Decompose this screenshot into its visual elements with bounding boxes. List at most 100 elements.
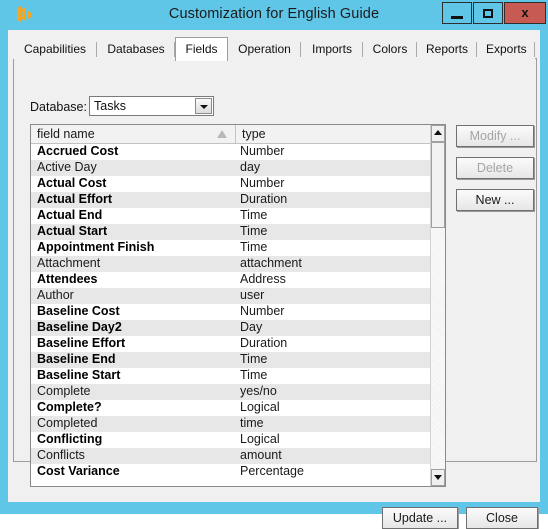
table-row[interactable]: Attachment attachment	[31, 256, 432, 272]
fields-listview[interactable]: field name type Accrued Cost Number Active…	[30, 124, 446, 487]
table-row[interactable]: Baseline Effort Duration	[31, 336, 432, 352]
listview-rows: Accrued Cost Number Active Day day Actual Co…	[31, 144, 432, 486]
minimize-icon	[451, 16, 463, 19]
tab-exports[interactable]: Exports	[477, 39, 535, 59]
cell-type: amount	[240, 448, 282, 462]
table-row[interactable]: Active Day day	[31, 160, 432, 176]
cell-field-name: Attachment	[37, 256, 101, 270]
table-row[interactable]: Appointment Finish Time	[31, 240, 432, 256]
cell-type: Time	[240, 208, 268, 222]
triangle-down-icon	[434, 475, 442, 480]
cell-field-name: Baseline Day2	[37, 320, 122, 334]
cell-field-name: Conflicting	[37, 432, 103, 446]
cell-field-name: Author	[37, 288, 74, 302]
cell-type: Address	[240, 272, 286, 286]
cell-field-name: Cost Variance	[37, 464, 120, 478]
column-header-label: field name	[37, 127, 95, 141]
table-row[interactable]: Author user	[31, 288, 432, 304]
triangle-up-icon	[434, 130, 442, 135]
table-row[interactable]: Conflicting Logical	[31, 432, 432, 448]
cell-field-name: Actual Cost	[37, 176, 107, 190]
cell-field-name: Accrued Cost	[37, 144, 119, 158]
scrollbar-thumb[interactable]	[431, 142, 445, 228]
tab-imports[interactable]: Imports	[301, 39, 363, 59]
cell-field-name: Complete?	[37, 400, 102, 414]
close-window-button[interactable]: x	[504, 2, 546, 24]
table-row[interactable]: Conflicts amount	[31, 448, 432, 464]
table-row[interactable]: Baseline End Time	[31, 352, 432, 368]
cell-type: Time	[240, 224, 268, 238]
table-row[interactable]: Baseline Cost Number	[31, 304, 432, 320]
cell-type: Day	[240, 320, 263, 334]
cell-type: Logical	[240, 432, 280, 446]
cell-type: yes/no	[240, 384, 277, 398]
database-select[interactable]: Tasks	[89, 96, 214, 116]
table-row[interactable]: Baseline Day2 Day	[31, 320, 432, 336]
tab-label: Fields	[185, 42, 218, 56]
tab-label: Databases	[107, 42, 165, 56]
update-button[interactable]: Update ...	[382, 507, 458, 529]
title-bar: Customization for English Guide x	[0, 0, 548, 30]
tab-label: Reports	[426, 42, 469, 56]
table-row[interactable]: Completed time	[31, 416, 432, 432]
cell-type: user	[240, 288, 265, 302]
cell-type: Logical	[240, 400, 280, 414]
chevron-down-icon[interactable]	[195, 98, 212, 114]
database-label: Database:	[30, 100, 87, 114]
cell-field-name: Baseline Cost	[37, 304, 120, 318]
maximize-icon	[483, 9, 493, 18]
table-row[interactable]: Complete yes/no	[31, 384, 432, 400]
cell-field-name: Baseline Start	[37, 368, 121, 382]
table-row[interactable]: Actual Cost Number	[31, 176, 432, 192]
table-row[interactable]: Actual Start Time	[31, 224, 432, 240]
tab-colors[interactable]: Colors	[363, 39, 417, 59]
tab-label: Operation	[238, 42, 291, 56]
tab-databases[interactable]: Databases	[97, 39, 175, 59]
cell-type: day	[240, 160, 261, 174]
new-button[interactable]: New ...	[456, 189, 534, 211]
maximize-button[interactable]	[473, 2, 503, 24]
cell-type: Number	[240, 144, 285, 158]
cell-field-name: Appointment Finish	[37, 240, 155, 254]
database-select-value: Tasks	[94, 99, 126, 113]
tab-reports[interactable]: Reports	[417, 39, 477, 59]
minimize-button[interactable]	[442, 2, 472, 24]
scroll-down-button[interactable]	[431, 469, 445, 486]
delete-button[interactable]: Delete	[456, 157, 534, 179]
column-divider	[236, 144, 237, 486]
column-header-type[interactable]: type	[236, 125, 432, 144]
cell-field-name: Baseline End	[37, 352, 116, 366]
cell-field-name: Conflicts	[37, 448, 85, 462]
cell-field-name: Active Day	[37, 160, 97, 174]
table-row[interactable]: Actual Effort Duration	[31, 192, 432, 208]
listview-header: field name type	[31, 125, 445, 144]
scroll-up-button[interactable]	[431, 125, 445, 142]
table-row[interactable]: Cost Variance Percentage	[31, 464, 432, 480]
column-header-label: type	[242, 127, 266, 141]
table-row[interactable]: Baseline Start Time	[31, 368, 432, 384]
tab-separator	[534, 42, 535, 57]
cell-type: Number	[240, 304, 285, 318]
tab-label: Capabilities	[23, 42, 87, 56]
scrollbar-track[interactable]	[431, 142, 445, 469]
cell-field-name: Completed	[37, 416, 98, 430]
cell-type: time	[240, 416, 264, 430]
cell-type: Duration	[240, 336, 288, 350]
tab-strip: Capabilities Databases Fields Operation …	[13, 37, 537, 61]
cell-type: Time	[240, 352, 268, 366]
vertical-scrollbar[interactable]	[430, 125, 445, 486]
table-row[interactable]: Actual End Time	[31, 208, 432, 224]
cell-type: attachment	[240, 256, 302, 270]
table-row[interactable]: Accrued Cost Number	[31, 144, 432, 160]
cell-field-name: Actual Start	[37, 224, 108, 238]
table-row[interactable]: Attendees Address	[31, 272, 432, 288]
column-header-field-name[interactable]: field name	[31, 125, 236, 144]
modify-button[interactable]: Modify ...	[456, 125, 534, 147]
cell-type: Time	[240, 368, 268, 382]
close-button[interactable]: Close	[466, 507, 538, 529]
table-row[interactable]: Complete? Logical	[31, 400, 432, 416]
tab-capabilities[interactable]: Capabilities	[13, 39, 97, 59]
tab-operation[interactable]: Operation	[228, 39, 301, 59]
cell-type: Duration	[240, 192, 288, 206]
cell-type: Percentage	[240, 464, 304, 478]
